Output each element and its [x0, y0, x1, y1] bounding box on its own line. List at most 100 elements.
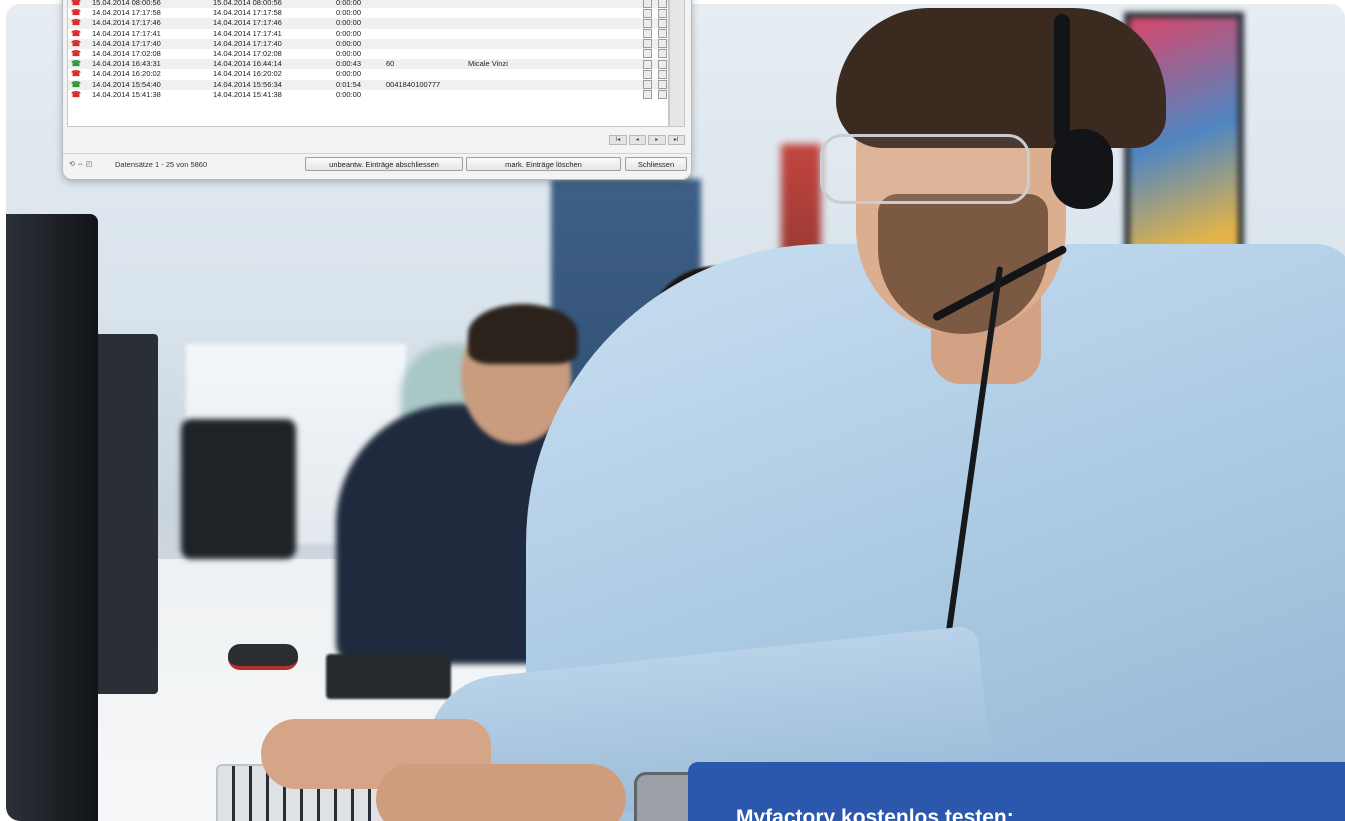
call-duration-cell: 0:00:00 — [336, 38, 362, 48]
row-checkbox[interactable] — [643, 39, 652, 49]
phone-missed-icon: ☎ — [71, 38, 81, 48]
row-mark-checkbox[interactable] — [658, 69, 667, 79]
row-mark-checkbox[interactable] — [658, 18, 667, 28]
call-duration-cell: 0:00:00 — [336, 28, 362, 38]
row-mark-checkbox[interactable] — [658, 39, 667, 49]
background-person-hair — [468, 304, 578, 364]
man-hair — [836, 8, 1166, 148]
pager-last-button[interactable]: ▸I — [667, 135, 685, 145]
call-start-cell: 14.04.2014 17:17:46 — [92, 18, 161, 28]
call-row[interactable]: ☎ 14.04.2014 17:17:41 14.04.2014 17:17:41 0… — [68, 28, 668, 39]
row-mark-checkbox[interactable] — [658, 80, 667, 89]
phone-missed-icon: ☎ — [71, 0, 81, 7]
phone-answered-icon: ☎ — [71, 79, 81, 89]
close-button[interactable]: Schliessen — [625, 157, 687, 171]
call-row[interactable]: ☎ 14.04.2014 17:17:40 14.04.2014 17:17:40 0… — [68, 38, 668, 49]
call-duration-cell: 0:00:00 — [336, 8, 362, 18]
cta-card[interactable]: Myfactory kostenlos testen: — [688, 762, 1345, 821]
phone-missed-icon: ☎ — [71, 89, 81, 99]
call-start-cell: 14.04.2014 16:43:31 — [92, 59, 161, 69]
row-checkbox[interactable] — [643, 8, 652, 18]
call-row[interactable]: ☎ 14.04.2014 17:17:58 14.04.2014 17:17:58 0… — [68, 8, 668, 19]
row-checkbox[interactable] — [643, 59, 652, 69]
background-mouse — [228, 644, 298, 670]
call-end-cell: 14.04.2014 16:44:14 — [213, 59, 282, 69]
call-end-cell: 14.04.2014 17:17:46 — [213, 18, 282, 28]
call-end-cell: 14.04.2014 17:17:58 — [213, 8, 282, 18]
phone-missed-icon: ☎ — [71, 69, 81, 79]
pager: I◂ ◂ ▸ ▸I — [609, 135, 685, 145]
call-row[interactable]: ☎ 14.04.2014 17:02:08 14.04.2014 17:02:08 0… — [68, 48, 668, 60]
pager-next-button[interactable]: ▸ — [648, 135, 666, 145]
row-mark-checkbox[interactable] — [658, 8, 667, 18]
call-start-cell: 14.04.2014 17:17:40 — [92, 38, 161, 48]
call-end-cell: 14.04.2014 16:20:02 — [213, 69, 282, 79]
call-end-cell: 14.04.2014 17:02:08 — [213, 48, 282, 58]
row-mark-checkbox[interactable] — [658, 0, 667, 8]
call-duration-cell: 0:01:54 — [336, 79, 362, 89]
record-count: Datensätze 1 - 25 von 5860 — [115, 160, 208, 169]
row-mark-checkbox[interactable] — [658, 29, 667, 39]
call-row[interactable]: ☎ 14.04.2014 15:54:40 14.04.2014 15:56:34 0… — [68, 79, 668, 90]
phone-missed-icon: ☎ — [71, 28, 81, 38]
headset-band — [1054, 14, 1070, 144]
call-start-cell: 14.04.2014 17:02:08 — [92, 48, 161, 58]
empty-chair — [181, 419, 296, 559]
background-keyboard — [326, 654, 451, 699]
monitor-foreground — [6, 214, 98, 821]
man-hand-right — [376, 764, 626, 821]
call-row[interactable]: ☎ 14.04.2014 16:43:31 14.04.2014 16:44:14 0… — [68, 59, 668, 70]
phone-missed-icon: ☎ — [71, 48, 81, 58]
row-checkbox[interactable] — [643, 29, 652, 39]
call-duration-cell: 0:00:00 — [336, 89, 362, 99]
call-number-cell: 0041840100777 — [386, 79, 441, 89]
call-journal-window: ☎ 15.04.2014 08:00:56 15.04.2014 08:00:56 0… — [62, 0, 692, 180]
row-checkbox[interactable] — [643, 0, 652, 8]
row-checkbox[interactable] — [643, 18, 652, 28]
call-row[interactable]: ☎ 14.04.2014 16:20:02 14.04.2014 16:20:02 0… — [68, 69, 668, 80]
call-row[interactable]: ☎ 14.04.2014 15:41:38 14.04.2014 15:41:38 0… — [68, 89, 668, 100]
call-end-cell: 15.04.2014 08:00:56 — [213, 0, 282, 7]
call-duration-cell: 0:00:00 — [336, 18, 362, 28]
glasses — [820, 134, 1030, 204]
headset-earpiece — [1051, 129, 1113, 209]
call-duration-cell: 0:00:43 — [336, 59, 362, 69]
call-end-cell: 14.04.2014 15:41:38 — [213, 89, 282, 99]
call-start-cell: 14.04.2014 17:17:58 — [92, 8, 161, 18]
delete-marked-button[interactable]: mark. Einträge löschen — [466, 157, 621, 171]
call-duration-cell: 0:00:00 — [336, 0, 362, 7]
phone-missed-icon: ☎ — [71, 18, 81, 28]
call-start-cell: 14.04.2014 15:41:38 — [92, 89, 161, 99]
row-checkbox[interactable] — [643, 90, 652, 100]
call-journal-table: ☎ 15.04.2014 08:00:56 15.04.2014 08:00:56 0… — [67, 0, 669, 127]
row-checkbox[interactable] — [643, 49, 652, 59]
row-checkbox[interactable] — [643, 80, 652, 89]
row-checkbox[interactable] — [643, 69, 652, 79]
call-number-cell: 60 — [386, 59, 395, 69]
call-name-cell: Micale Vinzi — [468, 59, 508, 69]
phone-missed-icon: ☎ — [71, 8, 81, 18]
call-end-cell: 14.04.2014 15:56:34 — [213, 79, 282, 89]
call-end-cell: 14.04.2014 17:17:40 — [213, 38, 282, 48]
call-start-cell: 14.04.2014 17:17:41 — [92, 28, 161, 38]
call-row[interactable]: ☎ 15.04.2014 08:00:56 15.04.2014 08:00:56 0… — [68, 0, 668, 9]
row-mark-checkbox[interactable] — [658, 59, 667, 69]
call-end-cell: 14.04.2014 17:17:41 — [213, 28, 282, 38]
call-start-cell: 14.04.2014 15:54:40 — [92, 79, 161, 89]
close-unanswered-button[interactable]: unbeantw. Einträge abschliessen — [305, 157, 463, 171]
call-start-cell: 15.04.2014 08:00:56 — [92, 0, 161, 7]
phone-answered-icon: ☎ — [71, 59, 81, 69]
row-mark-checkbox[interactable] — [658, 49, 667, 59]
call-duration-cell: 0:00:00 — [336, 69, 362, 79]
row-mark-checkbox[interactable] — [658, 90, 667, 100]
journal-status-bar: ⟲ ⇔ ◰ Datensätze 1 - 25 von 5860 unbeant… — [63, 153, 691, 178]
pager-first-button[interactable]: I◂ — [609, 135, 627, 145]
call-start-cell: 14.04.2014 16:20:02 — [92, 69, 161, 79]
call-duration-cell: 0:00:00 — [336, 48, 362, 58]
cta-title: Myfactory kostenlos testen: — [736, 806, 1014, 821]
vertical-scrollbar[interactable] — [669, 0, 685, 127]
call-row[interactable]: ☎ 14.04.2014 17:17:46 14.04.2014 17:17:46 0… — [68, 18, 668, 29]
nav-icons[interactable]: ⟲ ⇔ ◰ — [69, 160, 92, 168]
pager-prev-button[interactable]: ◂ — [628, 135, 646, 145]
hero-image-section: ☎ 15.04.2014 08:00:56 15.04.2014 08:00:56 0… — [0, 0, 1345, 821]
